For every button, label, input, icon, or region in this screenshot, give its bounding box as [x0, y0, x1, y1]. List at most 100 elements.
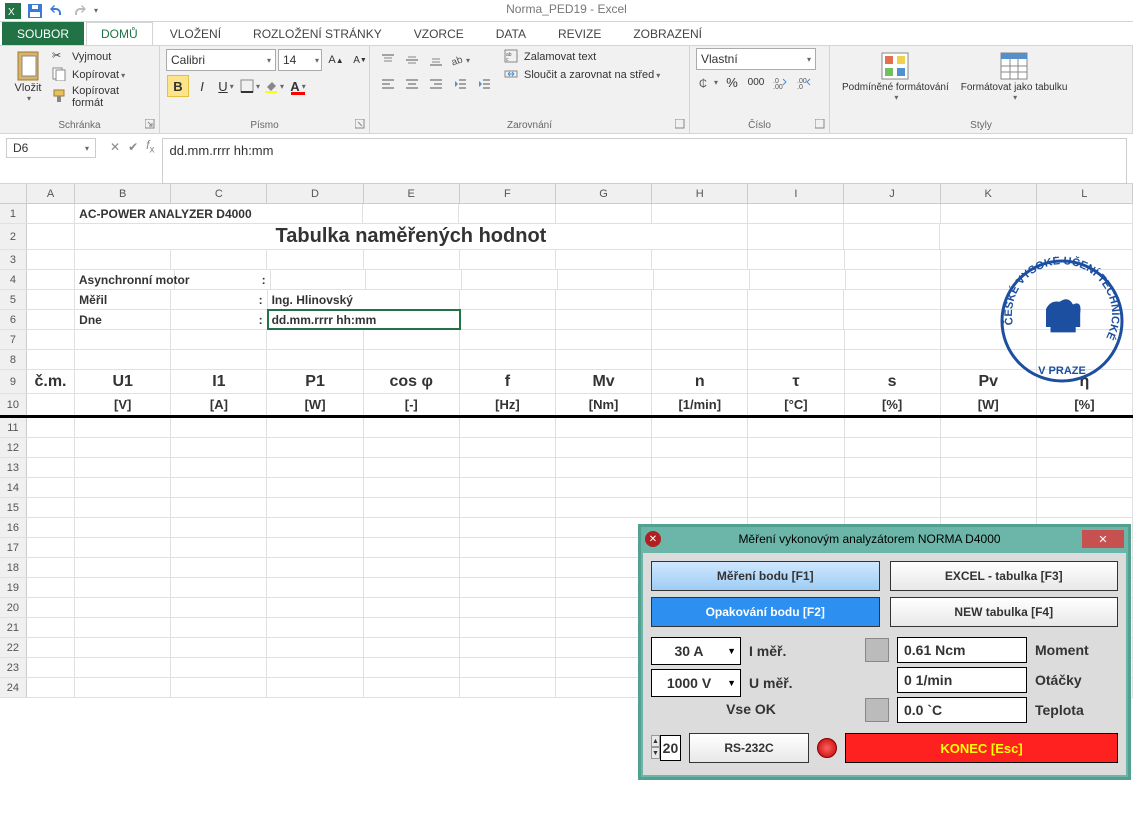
row-header[interactable]: 14 — [0, 478, 27, 497]
cell[interactable]: P1 — [267, 370, 363, 393]
font-color-button[interactable]: A ▾ — [287, 75, 309, 97]
cell[interactable] — [364, 418, 460, 437]
decrease-decimal-icon[interactable]: .00.0 — [793, 71, 815, 93]
row-header[interactable]: 3 — [0, 250, 27, 269]
cell[interactable] — [171, 558, 267, 577]
cell[interactable] — [941, 438, 1037, 457]
cell[interactable] — [75, 250, 171, 269]
cell[interactable] — [845, 498, 941, 517]
comma-format-icon[interactable]: 000 — [745, 71, 767, 93]
cell[interactable] — [556, 458, 652, 477]
row-header[interactable]: 20 — [0, 598, 27, 617]
cell[interactable] — [460, 638, 556, 657]
border-button[interactable]: ▾ — [239, 75, 261, 97]
cell[interactable]: cos φ — [364, 370, 460, 393]
cell[interactable] — [75, 330, 171, 349]
cell[interactable] — [364, 538, 460, 557]
row-header[interactable]: 15 — [0, 498, 27, 517]
cell[interactable]: [A] — [171, 394, 267, 415]
row-header[interactable]: 24 — [0, 678, 27, 697]
italic-button[interactable]: I — [191, 75, 213, 97]
tab-formulas[interactable]: VZORCE — [399, 22, 479, 45]
cell[interactable] — [364, 250, 460, 269]
cell[interactable]: U1 — [75, 370, 171, 393]
end-button[interactable]: KONEC [Esc] — [845, 733, 1118, 763]
cell[interactable] — [267, 438, 363, 457]
format-painter-button[interactable]: Kopírovat formát — [52, 84, 153, 110]
row-header[interactable]: 7 — [0, 330, 27, 349]
cell[interactable] — [654, 270, 750, 289]
cell[interactable] — [171, 518, 267, 537]
row-header[interactable]: 21 — [0, 618, 27, 637]
increase-indent-icon[interactable] — [473, 73, 495, 95]
cut-button[interactable]: ✂ Vyjmout — [52, 48, 153, 66]
cell[interactable] — [27, 394, 75, 415]
cell[interactable] — [750, 270, 846, 289]
row-header[interactable]: 5 — [0, 290, 27, 309]
row-header[interactable]: 17 — [0, 538, 27, 557]
cell[interactable] — [556, 498, 652, 517]
fx-icon[interactable]: fx — [146, 138, 154, 155]
cell[interactable] — [267, 498, 363, 517]
measure-point-button[interactable]: Měření bodu [F1] — [651, 561, 880, 591]
current-range-select[interactable]: 30 A — [651, 637, 741, 665]
cell[interactable] — [1037, 498, 1133, 517]
accounting-format-icon[interactable]: ₵▾ — [697, 71, 719, 93]
align-right-icon[interactable] — [425, 73, 447, 95]
bold-button[interactable]: B — [167, 75, 189, 97]
qat-customize-icon[interactable]: ▾ — [94, 6, 98, 15]
cell[interactable] — [267, 678, 363, 697]
cell[interactable] — [171, 538, 267, 557]
cell[interactable] — [27, 578, 75, 597]
cancel-icon[interactable]: ✕ — [110, 140, 120, 154]
cell[interactable] — [364, 518, 460, 537]
cell[interactable] — [75, 618, 171, 637]
cell[interactable] — [75, 638, 171, 657]
cell[interactable]: τ — [748, 370, 844, 393]
cell[interactable] — [27, 658, 75, 677]
cell[interactable] — [75, 538, 171, 557]
rs232-button[interactable]: RS-232C — [689, 733, 809, 763]
cell[interactable] — [460, 618, 556, 637]
cell[interactable] — [556, 330, 652, 349]
cell[interactable] — [845, 350, 941, 369]
cell[interactable] — [1037, 438, 1133, 457]
cell[interactable] — [267, 250, 363, 269]
cell[interactable] — [75, 578, 171, 597]
cell[interactable] — [267, 578, 363, 597]
cell[interactable] — [844, 224, 940, 249]
cell[interactable] — [27, 250, 75, 269]
cell[interactable] — [462, 270, 558, 289]
cell[interactable]: [-] — [364, 394, 460, 415]
cell[interactable] — [460, 310, 556, 329]
cell[interactable] — [748, 204, 844, 223]
cell[interactable]: [Nm] — [556, 394, 652, 415]
row-header[interactable]: 22 — [0, 638, 27, 657]
cell[interactable]: AC-POWER ANALYZER D4000 — [75, 204, 363, 223]
cell[interactable] — [460, 418, 556, 437]
cell[interactable] — [364, 498, 460, 517]
cell[interactable] — [460, 458, 556, 477]
row-header[interactable]: 18 — [0, 558, 27, 577]
cell[interactable] — [1037, 224, 1133, 249]
col-header[interactable]: F — [460, 184, 556, 203]
cell[interactable] — [556, 350, 652, 369]
cell[interactable] — [364, 658, 460, 677]
cell[interactable] — [267, 350, 363, 369]
cell[interactable] — [171, 438, 267, 457]
cell[interactable] — [364, 330, 460, 349]
font-size-select[interactable]: 14 ▾ — [278, 49, 322, 71]
tab-view[interactable]: ZOBRAZENÍ — [618, 22, 717, 45]
cell[interactable] — [364, 478, 460, 497]
cell[interactable] — [748, 438, 844, 457]
cell[interactable] — [652, 478, 748, 497]
cell[interactable] — [267, 518, 363, 537]
cell[interactable]: [%] — [845, 394, 941, 415]
cell[interactable] — [27, 438, 75, 457]
cell[interactable] — [941, 418, 1037, 437]
cell[interactable] — [364, 598, 460, 617]
cell[interactable] — [460, 518, 556, 537]
row-header[interactable]: 23 — [0, 658, 27, 677]
row-header[interactable]: 4 — [0, 270, 27, 289]
cell[interactable] — [460, 598, 556, 617]
